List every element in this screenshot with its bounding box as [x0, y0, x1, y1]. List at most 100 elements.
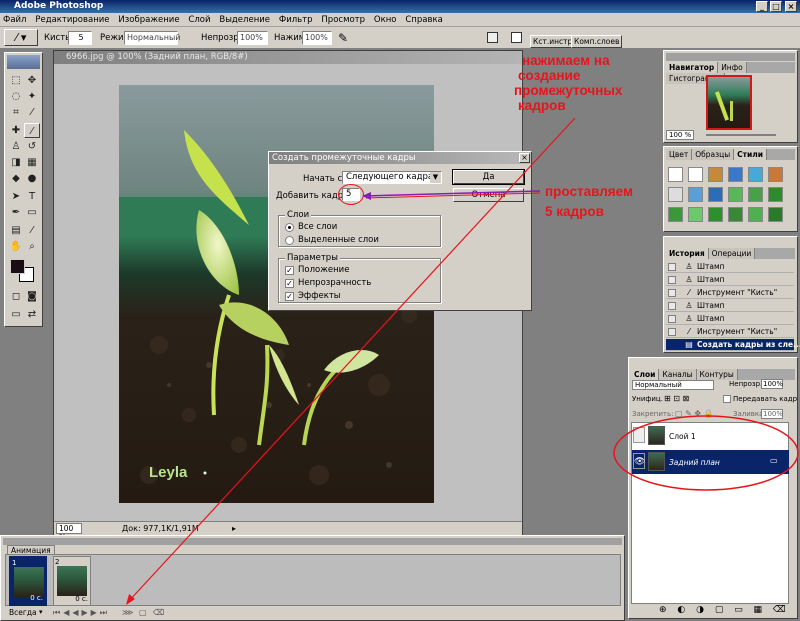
- tab-info[interactable]: Инфо: [718, 62, 747, 73]
- foreground-color-top[interactable]: [10, 259, 25, 274]
- history-item[interactable]: ♙ Штамп: [666, 274, 794, 286]
- new-frame-icon[interactable]: ▢: [139, 607, 147, 618]
- history-item[interactable]: ♙ Штамп: [666, 300, 794, 312]
- eyedropper-icon[interactable]: ⁄: [24, 223, 40, 238]
- tab-history[interactable]: История: [666, 248, 709, 259]
- menu-filter[interactable]: Фильтр: [276, 13, 316, 27]
- layer-opacity-field[interactable]: 100%: [761, 379, 783, 389]
- hand-tool-icon[interactable]: ✋: [8, 239, 24, 254]
- slice-tool-icon[interactable]: ⁄: [24, 105, 40, 120]
- minimize-button[interactable]: _: [756, 1, 768, 12]
- style-swatch[interactable]: [728, 207, 743, 222]
- menu-view[interactable]: Просмотр: [318, 13, 368, 27]
- notes-tool-icon[interactable]: ▤: [8, 223, 24, 238]
- effects-checkbox[interactable]: ✓: [285, 292, 294, 301]
- type-tool-icon[interactable]: T: [24, 189, 40, 204]
- loop-select[interactable]: Всегда: [9, 607, 37, 618]
- path-select-icon[interactable]: ➤: [8, 189, 24, 204]
- style-swatch[interactable]: [768, 187, 783, 202]
- shape-tool-icon[interactable]: ▭: [24, 205, 40, 220]
- start-from-select[interactable]: Следующего кадра ▼: [342, 171, 442, 184]
- screen-mode-icon[interactable]: ▭: [8, 307, 24, 322]
- tab-tool-presets[interactable]: Кст.инстр: [530, 35, 576, 48]
- healing-brush-icon[interactable]: ✚: [8, 123, 24, 138]
- blur-tool-icon[interactable]: ◆: [8, 171, 24, 186]
- ok-button[interactable]: Да: [452, 169, 525, 185]
- tab-layer-comps[interactable]: Комп.слоев: [571, 35, 623, 48]
- position-checkbox[interactable]: ✓: [285, 266, 294, 275]
- dodge-tool-icon[interactable]: ●: [24, 171, 40, 186]
- delete-frame-icon[interactable]: ⌫: [153, 607, 164, 618]
- menu-window[interactable]: Окно: [371, 13, 400, 27]
- brush-tool-icon[interactable]: ⁄: [24, 123, 40, 138]
- navigator-zoom-field[interactable]: 100 %: [666, 130, 695, 140]
- tab-actions[interactable]: Операции: [708, 248, 756, 259]
- magic-wand-icon[interactable]: ✦: [24, 89, 40, 104]
- history-item[interactable]: ♙ Штамп: [666, 313, 794, 325]
- pen-tool-icon[interactable]: ✒: [8, 205, 24, 220]
- zoom-field[interactable]: 100 %: [56, 523, 82, 542]
- style-swatch[interactable]: [748, 187, 763, 202]
- zoom-tool-icon[interactable]: ⌕: [24, 239, 40, 254]
- cancel-button[interactable]: Отмена: [453, 188, 524, 202]
- style-swatch[interactable]: [708, 207, 723, 222]
- animation-frame-1[interactable]: 1 0 с.: [9, 556, 47, 606]
- style-swatch[interactable]: [688, 207, 703, 222]
- style-swatch[interactable]: [768, 167, 783, 182]
- menu-file[interactable]: Файл: [0, 13, 29, 27]
- brush-size-picker[interactable]: 5: [68, 31, 92, 45]
- menu-edit[interactable]: Редактирование: [32, 13, 112, 27]
- style-swatch[interactable]: [728, 167, 743, 182]
- opacity-field[interactable]: 100%: [237, 31, 268, 45]
- menu-layer[interactable]: Слой: [185, 13, 213, 27]
- quickmask-mode-icon[interactable]: ◙: [24, 289, 40, 304]
- tab-channels[interactable]: Каналы: [659, 369, 697, 380]
- animation-frame-2[interactable]: 2 0 с.: [53, 556, 91, 606]
- opacity-checkbox[interactable]: ✓: [285, 279, 294, 288]
- style-swatch[interactable]: [708, 187, 723, 202]
- style-swatch[interactable]: [668, 187, 683, 202]
- navigator-zoom-slider[interactable]: [706, 134, 776, 136]
- style-swatch[interactable]: [688, 187, 703, 202]
- playback-buttons[interactable]: ⏮◀◀▶▶⏭: [53, 607, 110, 618]
- menu-image[interactable]: Изображение: [115, 13, 182, 27]
- history-item[interactable]: ♙ Штамп: [666, 261, 794, 273]
- unify-icons[interactable]: ⊞ ⊡ ⊠: [664, 394, 689, 403]
- menu-select[interactable]: Выделение: [216, 13, 273, 27]
- style-swatch[interactable]: [748, 167, 763, 182]
- style-swatch[interactable]: [688, 167, 703, 182]
- tab-paths[interactable]: Контуры: [696, 369, 738, 380]
- history-item[interactable]: ⁄ Инструмент "Кисть": [666, 326, 794, 338]
- style-swatch[interactable]: [708, 167, 723, 182]
- airbrush-icon[interactable]: ✎: [338, 31, 348, 45]
- layers-footer-icons[interactable]: ⊕ ◐ ◑ ▢ ▭ ▦ ⌫: [659, 605, 790, 615]
- propagate-checkbox[interactable]: [723, 395, 731, 403]
- tab-swatches[interactable]: Образцы: [692, 149, 735, 160]
- loop-arrow-icon[interactable]: ▾: [39, 607, 43, 618]
- history-item-active[interactable]: ▤ Создать кадры из сле...: [666, 339, 800, 351]
- marquee-tool-icon[interactable]: ⬚: [8, 73, 24, 88]
- selected-layers-radio[interactable]: [285, 236, 294, 245]
- status-menu-arrow-icon[interactable]: ▸: [232, 522, 236, 535]
- tab-navigator[interactable]: Навигатор: [666, 62, 719, 73]
- style-swatch[interactable]: [668, 167, 683, 182]
- eraser-tool-icon[interactable]: ◨: [8, 155, 24, 170]
- gradient-tool-icon[interactable]: ▦: [24, 155, 40, 170]
- lasso-tool-icon[interactable]: ◌: [8, 89, 24, 104]
- tween-icon[interactable]: ⋙: [122, 607, 133, 618]
- maximize-button[interactable]: □: [770, 1, 782, 12]
- blend-mode-select[interactable]: Нормальный: [632, 380, 714, 390]
- imageready-icon[interactable]: ⇄: [24, 307, 40, 322]
- style-swatch[interactable]: [668, 207, 683, 222]
- standard-mode-icon[interactable]: ◻: [8, 289, 24, 304]
- frame-delay[interactable]: 0 с.: [54, 595, 90, 603]
- menu-help[interactable]: Справка: [402, 13, 445, 27]
- tab-styles[interactable]: Стили: [734, 149, 767, 160]
- close-button[interactable]: ×: [785, 1, 797, 12]
- navigator-thumbnail[interactable]: [706, 75, 752, 130]
- palette-well-icon[interactable]: [487, 32, 498, 43]
- mode-select[interactable]: Нормальный: [124, 31, 181, 45]
- pressure-field[interactable]: 100%: [302, 31, 332, 45]
- style-swatch[interactable]: [748, 207, 763, 222]
- move-tool-icon[interactable]: ✥: [24, 73, 40, 88]
